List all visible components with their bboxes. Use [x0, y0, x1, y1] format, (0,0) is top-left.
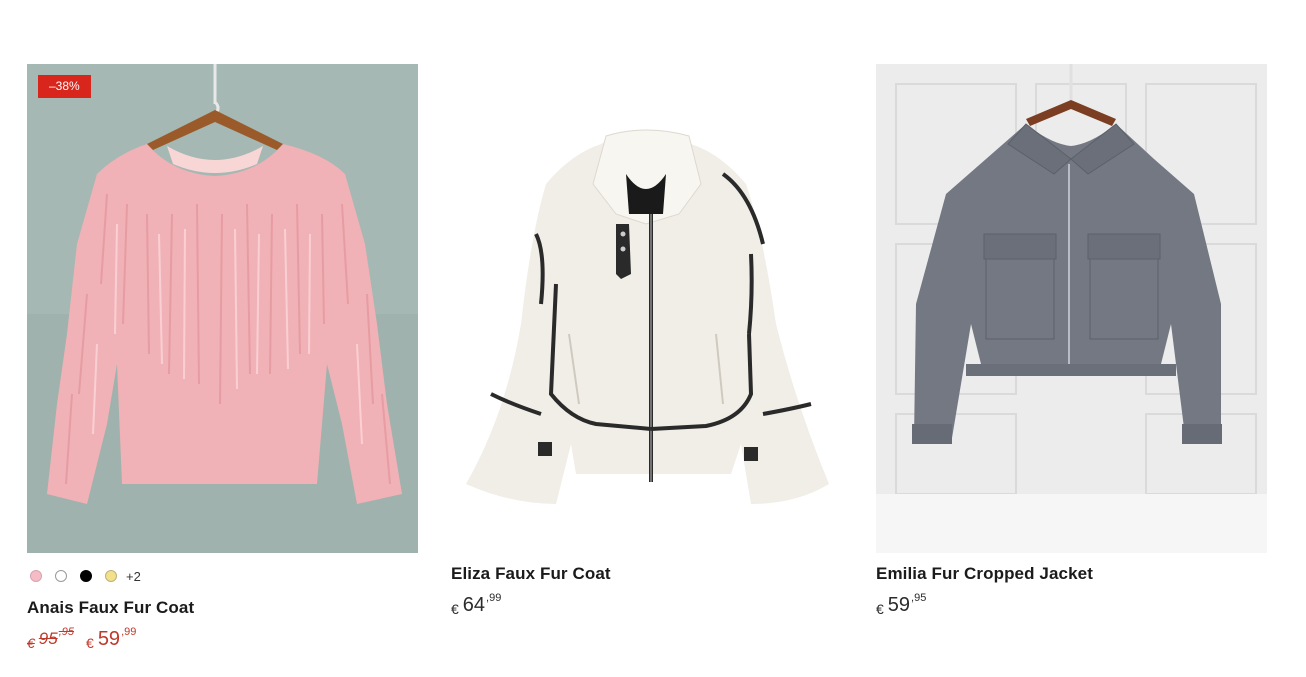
regular-price: € 59 ,95: [876, 592, 927, 617]
product-price: € 95 ,95 € 59 ,99: [27, 626, 418, 651]
swatch-pink[interactable]: [30, 570, 42, 582]
product-name[interactable]: Anais Faux Fur Coat: [27, 598, 418, 618]
product-name[interactable]: Eliza Faux Fur Coat: [451, 564, 842, 584]
discount-badge: –38%: [38, 75, 91, 98]
swatch-yellow[interactable]: [105, 570, 117, 582]
more-colors-count[interactable]: +2: [126, 569, 141, 584]
color-swatches: +2: [27, 568, 418, 584]
regular-price: € 64 ,99: [451, 592, 502, 617]
product-card[interactable]: Emilia Fur Cropped Jacket € 59 ,95: [876, 64, 1267, 617]
sale-price: € 59 ,99: [86, 626, 137, 651]
product-image-anais[interactable]: –38%: [27, 64, 418, 553]
swatch-black[interactable]: [80, 570, 92, 582]
faux-fur-coat-pink-photo: [27, 64, 418, 553]
product-card[interactable]: Eliza Faux Fur Coat € 64 ,99: [451, 64, 842, 617]
old-price: € 95 ,95: [27, 626, 75, 651]
product-image-emilia[interactable]: [876, 64, 1267, 553]
shearling-jacket-white-photo: [451, 64, 842, 553]
product-price: € 59 ,95: [876, 592, 1267, 617]
product-card[interactable]: –38% +2 Anais Faux Fur Coat € 95 ,95 € 5…: [27, 64, 418, 651]
product-image-eliza[interactable]: [451, 64, 842, 553]
product-name[interactable]: Emilia Fur Cropped Jacket: [876, 564, 1267, 584]
product-price: € 64 ,99: [451, 592, 842, 617]
cropped-jacket-grey-photo: [876, 64, 1267, 553]
swatch-white[interactable]: [55, 570, 67, 582]
